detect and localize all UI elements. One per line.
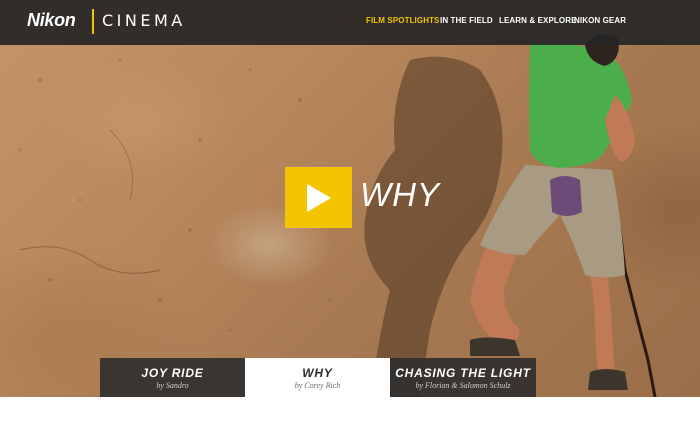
hero-title: WHY (360, 176, 440, 213)
nav-in-the-field[interactable]: IN THE FIELD (440, 16, 493, 25)
film-selector: JOY RIDE by Sandro WHY by Corey Rich CHA… (100, 358, 536, 397)
film-byline: by Corey Rich (294, 381, 341, 390)
film-title: CHASING THE LIGHT (395, 366, 531, 380)
nav-film-spotlights[interactable]: FILM SPOTLIGHTS (366, 16, 440, 25)
hero-video[interactable]: WHY (0, 0, 700, 397)
film-title: WHY (302, 366, 333, 380)
film-tab-joy-ride[interactable]: JOY RIDE by Sandro (100, 358, 245, 397)
main-nav: FILM SPOTLIGHTS IN THE FIELD LEARN & EXP… (0, 16, 700, 30)
nav-learn-explore[interactable]: LEARN & EXPLORE (499, 16, 577, 25)
top-navigation-bar: Nikon CINEMA FILM SPOTLIGHTS IN THE FIEL… (0, 0, 700, 45)
film-title: JOY RIDE (141, 366, 204, 380)
nav-nikon-gear[interactable]: NIKON GEAR (574, 16, 626, 25)
play-icon (307, 184, 331, 212)
play-button[interactable] (285, 167, 352, 228)
film-tab-chasing-the-light[interactable]: CHASING THE LIGHT by Florian & Salomon S… (390, 358, 536, 397)
film-byline: by Sandro (156, 381, 189, 390)
film-byline: by Florian & Salomon Schulz (415, 381, 511, 390)
film-tab-why[interactable]: WHY by Corey Rich (245, 358, 390, 397)
